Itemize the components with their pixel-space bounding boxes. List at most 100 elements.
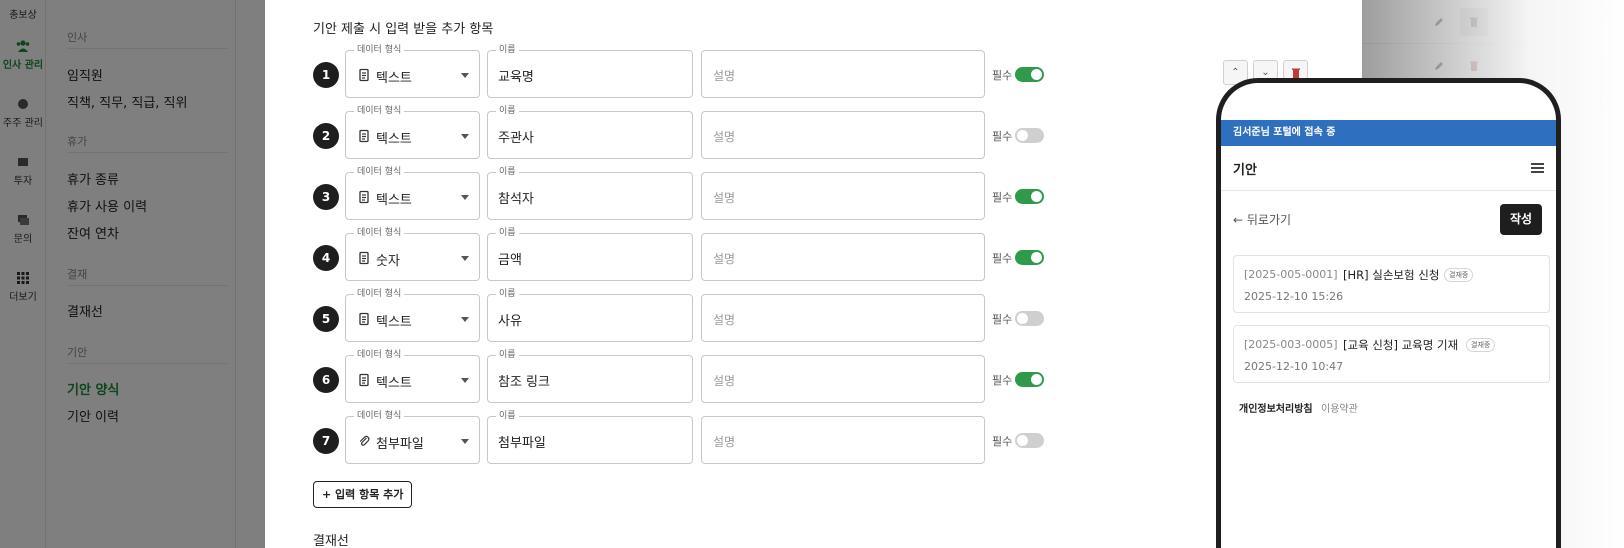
portal-banner: 김서준님 포털에 접속 중 [1221,120,1556,146]
status-badge: 결재중 [1466,338,1496,352]
field-legend: 데이터 형식 [354,349,405,361]
document-icon [359,190,369,204]
field-row: 5 데이터 형식 텍스트 이름 사유 설명 필수 [265,288,1362,342]
name-input[interactable]: 이름 참조 링크 [487,349,693,403]
data-type-value: 텍스트 [376,132,412,147]
name-value: 첨부파일 [498,436,546,451]
privacy-policy-link[interactable]: 개인정보처리방침 [1239,400,1313,415]
row-number: 4 [313,245,339,271]
draft-date: 2025-12-10 10:47 [1244,360,1344,373]
required-label: 필수 [992,374,1013,387]
name-value: 주관사 [498,131,534,146]
description-placeholder: 설명 [713,130,736,144]
field-legend: 이름 [496,105,519,117]
document-icon [359,251,369,265]
description-input[interactable]: 설명 [701,355,985,403]
field-legend: 이름 [496,44,519,56]
section-title-approval-line: 결재선 [313,534,349,548]
data-type-select[interactable]: 데이터 형식첨부파일 [345,410,480,464]
form-settings-modal: 기안 제출 시 입력 받을 추가 항목 1 데이터 형식 텍스트 이름 교육명 설명 필수 2… [265,0,1624,548]
data-type-value: 첨부파일 [376,437,424,452]
required-toggle[interactable] [1015,189,1044,204]
description-input[interactable]: 설명 [701,111,985,159]
hamburger-icon[interactable] [1531,163,1544,173]
name-input[interactable]: 이름교육명 [487,44,693,98]
row-number: 2 [313,123,339,149]
required-toggle[interactable] [1015,433,1044,448]
name-value: 교육명 [498,70,534,85]
data-type-select[interactable]: 데이터 형식 텍스트 [345,166,480,220]
field-legend: 데이터 형식 [354,227,405,239]
field-legend: 이름 [496,227,519,239]
draft-title: [HR] 실손보험 신청 [1343,268,1440,282]
required-toggle[interactable] [1015,311,1044,326]
data-type-select[interactable]: 데이터 형식텍스트 [345,105,480,159]
data-type-select[interactable]: 데이터 형식텍스트 [345,349,480,403]
terms-link[interactable]: 이용약관 [1321,400,1358,415]
description-placeholder: 설명 [713,435,736,449]
paperclip-icon [359,435,370,446]
document-icon [359,68,369,82]
caret-down-icon [461,378,469,383]
chevron-up-icon: ⌃ [1231,67,1240,78]
add-input-field-button[interactable]: + 입력 항목 추가 [313,481,413,508]
required-toggle[interactable] [1015,128,1044,143]
name-input[interactable]: 이름첨부파일 [487,410,693,464]
name-input[interactable]: 이름금액 [487,227,693,281]
description-placeholder: 설명 [713,252,736,266]
required-toggle[interactable] [1015,67,1044,82]
list-item[interactable]: [2025-003-0005] [교육 신청] 교육명 기재 결재중 2025-… [1233,325,1550,383]
field-legend: 이름 [496,349,519,361]
field-legend: 이름 [496,288,519,300]
description-placeholder: 설명 [713,191,736,205]
description-input[interactable]: 설명 [701,233,985,281]
field-row: 3 데이터 형식 텍스트 이름 참석자 설명 필수 [265,166,1362,220]
field-legend: 이름 [496,410,519,422]
data-type-value: 텍스트 [376,315,412,330]
name-input[interactable]: 이름주관사 [487,105,693,159]
description-input[interactable]: 설명 [701,172,985,220]
field-legend: 데이터 형식 [354,105,405,117]
required-toggle[interactable] [1015,372,1044,387]
write-button[interactable]: 작성 [1500,204,1542,235]
caret-down-icon [461,134,469,139]
required-label: 필수 [992,69,1013,82]
row-number: 7 [313,428,339,454]
name-value: 금액 [498,253,522,268]
field-row: 4 데이터 형식 숫자 이름 금액 설명 필수 [265,227,1362,281]
section-title-extra-fields: 기안 제출 시 입력 받을 추가 항목 [313,22,494,37]
required-label: 필수 [992,130,1013,143]
row-number: 1 [313,62,339,88]
mobile-preview: 김서준님 포털에 접속 중 기안 ← 뒤로가기 작성 [2025-005-000… [1216,78,1561,548]
description-input[interactable]: 설명 [701,294,985,342]
back-link[interactable]: ← 뒤로가기 [1233,211,1291,228]
required-label: 필수 [992,252,1013,265]
row-number: 3 [313,184,339,210]
description-input[interactable]: 설명 [701,50,985,98]
document-icon [359,373,369,387]
field-legend: 데이터 형식 [354,410,405,422]
data-type-select[interactable]: 데이터 형식텍스트 [345,288,480,342]
name-input[interactable]: 이름 사유 [487,288,693,342]
chevron-down-icon: ⌄ [1261,67,1270,78]
data-type-value: 텍스트 [376,376,412,391]
description-placeholder: 설명 [713,313,736,327]
field-row: 2 데이터 형식 텍스트 이름 주관사 설명 필수 [265,105,1362,159]
name-input[interactable]: 이름 참석자 [487,166,693,220]
data-type-select[interactable]: 데이터 형식 숫자 [345,227,480,281]
field-row: 1 데이터 형식 텍스트 이름 교육명 설명 필수 [265,44,1362,98]
field-row: 7 데이터 형식 첨부파일 이름 첨부파일 설명 필수 [265,410,1362,464]
draft-date: 2025-12-10 15:26 [1244,290,1344,303]
row-number: 5 [313,306,339,332]
caret-down-icon [461,439,469,444]
list-item[interactable]: [2025-005-0001] [HR] 실손보험 신청 결재중 2025-12… [1233,255,1550,313]
description-input[interactable]: 설명 [701,416,985,464]
data-type-select[interactable]: 데이터 형식 텍스트 [345,44,480,98]
data-type-value: 텍스트 [376,193,412,208]
mobile-header: 기안 [1221,146,1556,191]
mobile-page-title: 기안 [1233,163,1257,178]
caret-down-icon [461,317,469,322]
required-toggle[interactable] [1015,250,1044,265]
required-label: 필수 [992,435,1013,448]
field-legend: 데이터 형식 [354,288,405,300]
